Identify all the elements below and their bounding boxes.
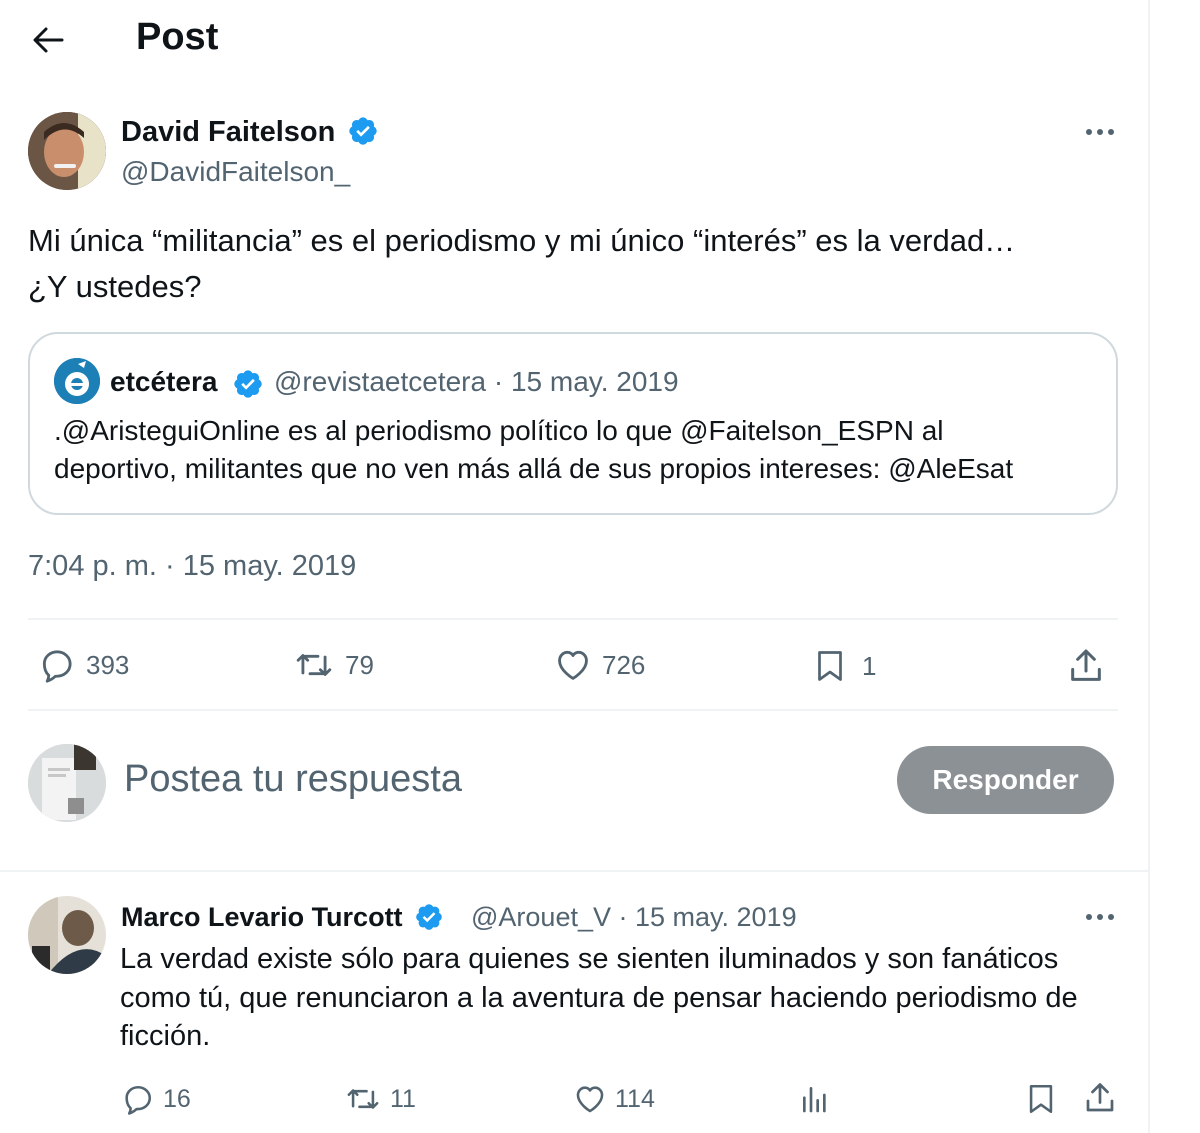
reply-count: 393 xyxy=(86,649,130,680)
like-icon xyxy=(558,650,588,680)
reply-text: La verdad existe sólo para quienes se si… xyxy=(120,940,1120,1056)
reply-like-count: 114 xyxy=(615,1084,655,1113)
verified-badge-icon xyxy=(234,370,262,398)
reply-author-avatar[interactable] xyxy=(28,896,106,974)
reply-bookmark-action[interactable] xyxy=(1024,1080,1058,1118)
reply-action[interactable]: 393 xyxy=(38,646,129,684)
reply-share-action[interactable] xyxy=(1082,1080,1118,1116)
more-options-button[interactable] xyxy=(1080,120,1120,144)
reply-repost-count: 11 xyxy=(390,1084,416,1113)
reply-text-line: ficción. xyxy=(120,1020,211,1052)
post-timestamp[interactable]: 7:04 p. m. · 15 may. 2019 xyxy=(28,550,356,583)
share-icon xyxy=(1071,649,1101,681)
like-action[interactable]: 726 xyxy=(554,646,645,684)
reply-reply-action[interactable]: 16 xyxy=(121,1082,191,1116)
reply-author-avatar-image xyxy=(28,896,106,974)
reply-author-name-row[interactable]: Marco Levario Turcott xyxy=(121,902,444,933)
quoted-text-line: deportivo, militantes que no ven más all… xyxy=(54,453,1014,484)
current-user-avatar-image xyxy=(28,744,106,822)
post-text-line: Mi única “militancia” es el periodismo y… xyxy=(28,223,1016,258)
post-text-line: ¿Y ustedes? xyxy=(28,269,202,304)
quoted-post-text: .@AristeguiOnline es al periodismo polít… xyxy=(54,412,1104,488)
section-divider xyxy=(0,870,1148,872)
repost-icon xyxy=(296,654,332,676)
reply-repost-action[interactable]: 11 xyxy=(344,1082,416,1116)
current-user-avatar[interactable] xyxy=(28,744,106,822)
post-page: Post David Faitelson @DavidFaitelson_ Mi… xyxy=(0,0,1200,1133)
share-icon xyxy=(1086,1083,1114,1112)
quoted-account-name: etcétera xyxy=(110,366,218,397)
reply-reply-count: 16 xyxy=(163,1084,191,1113)
author-name-row[interactable]: David Faitelson xyxy=(121,116,379,149)
analytics-icon xyxy=(803,1087,826,1113)
reply-icon xyxy=(125,1085,152,1115)
reply-text-line: como tú, que renunciaron a la aventura d… xyxy=(120,981,1078,1014)
like-count: 726 xyxy=(602,649,646,680)
verified-badge-icon xyxy=(349,117,378,146)
bookmark-icon xyxy=(818,651,842,681)
author-handle[interactable]: @DavidFaitelson_ xyxy=(121,156,350,188)
author-name: David Faitelson xyxy=(121,116,336,148)
page-title: Post xyxy=(136,16,219,58)
verified-badge-icon xyxy=(416,904,442,930)
back-arrow-icon xyxy=(33,27,64,53)
reply-icon xyxy=(42,650,72,683)
reply-text-line: La verdad existe sólo para quienes se si… xyxy=(120,943,1059,975)
reply-like-action[interactable]: 114 xyxy=(573,1082,655,1116)
bookmark-action[interactable]: 1 xyxy=(812,646,876,686)
quoted-text-line: .@AristeguiOnline es al periodismo polít… xyxy=(54,415,944,446)
back-button[interactable] xyxy=(28,20,68,60)
divider xyxy=(28,618,1118,620)
page-header: Post xyxy=(0,0,1148,80)
like-icon xyxy=(576,1086,604,1113)
repost-action[interactable]: 79 xyxy=(293,646,374,684)
author-avatar[interactable] xyxy=(28,112,106,190)
repost-count: 79 xyxy=(345,649,374,680)
quoted-account-avatar xyxy=(54,358,100,404)
share-action[interactable] xyxy=(1066,646,1106,686)
quoted-post-card[interactable]: etcétera @revistaetcetera · 15 may. 2019… xyxy=(28,332,1118,515)
reply-author-name: Marco Levario Turcott xyxy=(121,902,403,932)
reply-author-meta[interactable]: @Arouet_V · 15 may. 2019 xyxy=(471,902,797,933)
reply-analytics-action[interactable] xyxy=(799,1082,831,1116)
bookmark-icon xyxy=(1029,1084,1053,1114)
repost-icon xyxy=(347,1089,379,1109)
more-icon xyxy=(1086,129,1114,135)
more-icon xyxy=(1086,914,1114,920)
divider xyxy=(28,709,1118,711)
reply-input[interactable]: Postea tu respuesta xyxy=(124,758,462,801)
author-avatar-image xyxy=(28,112,106,190)
reply-button[interactable]: Responder xyxy=(897,746,1114,814)
etcetera-logo-icon xyxy=(54,358,100,404)
column-border xyxy=(1148,0,1150,1133)
quoted-account-meta: @revistaetcetera · 15 may. 2019 xyxy=(274,366,679,397)
post-text: Mi única “militancia” es el periodismo y… xyxy=(28,218,1128,310)
reply-more-options-button[interactable] xyxy=(1080,905,1120,929)
bookmark-count: 1 xyxy=(862,650,877,681)
